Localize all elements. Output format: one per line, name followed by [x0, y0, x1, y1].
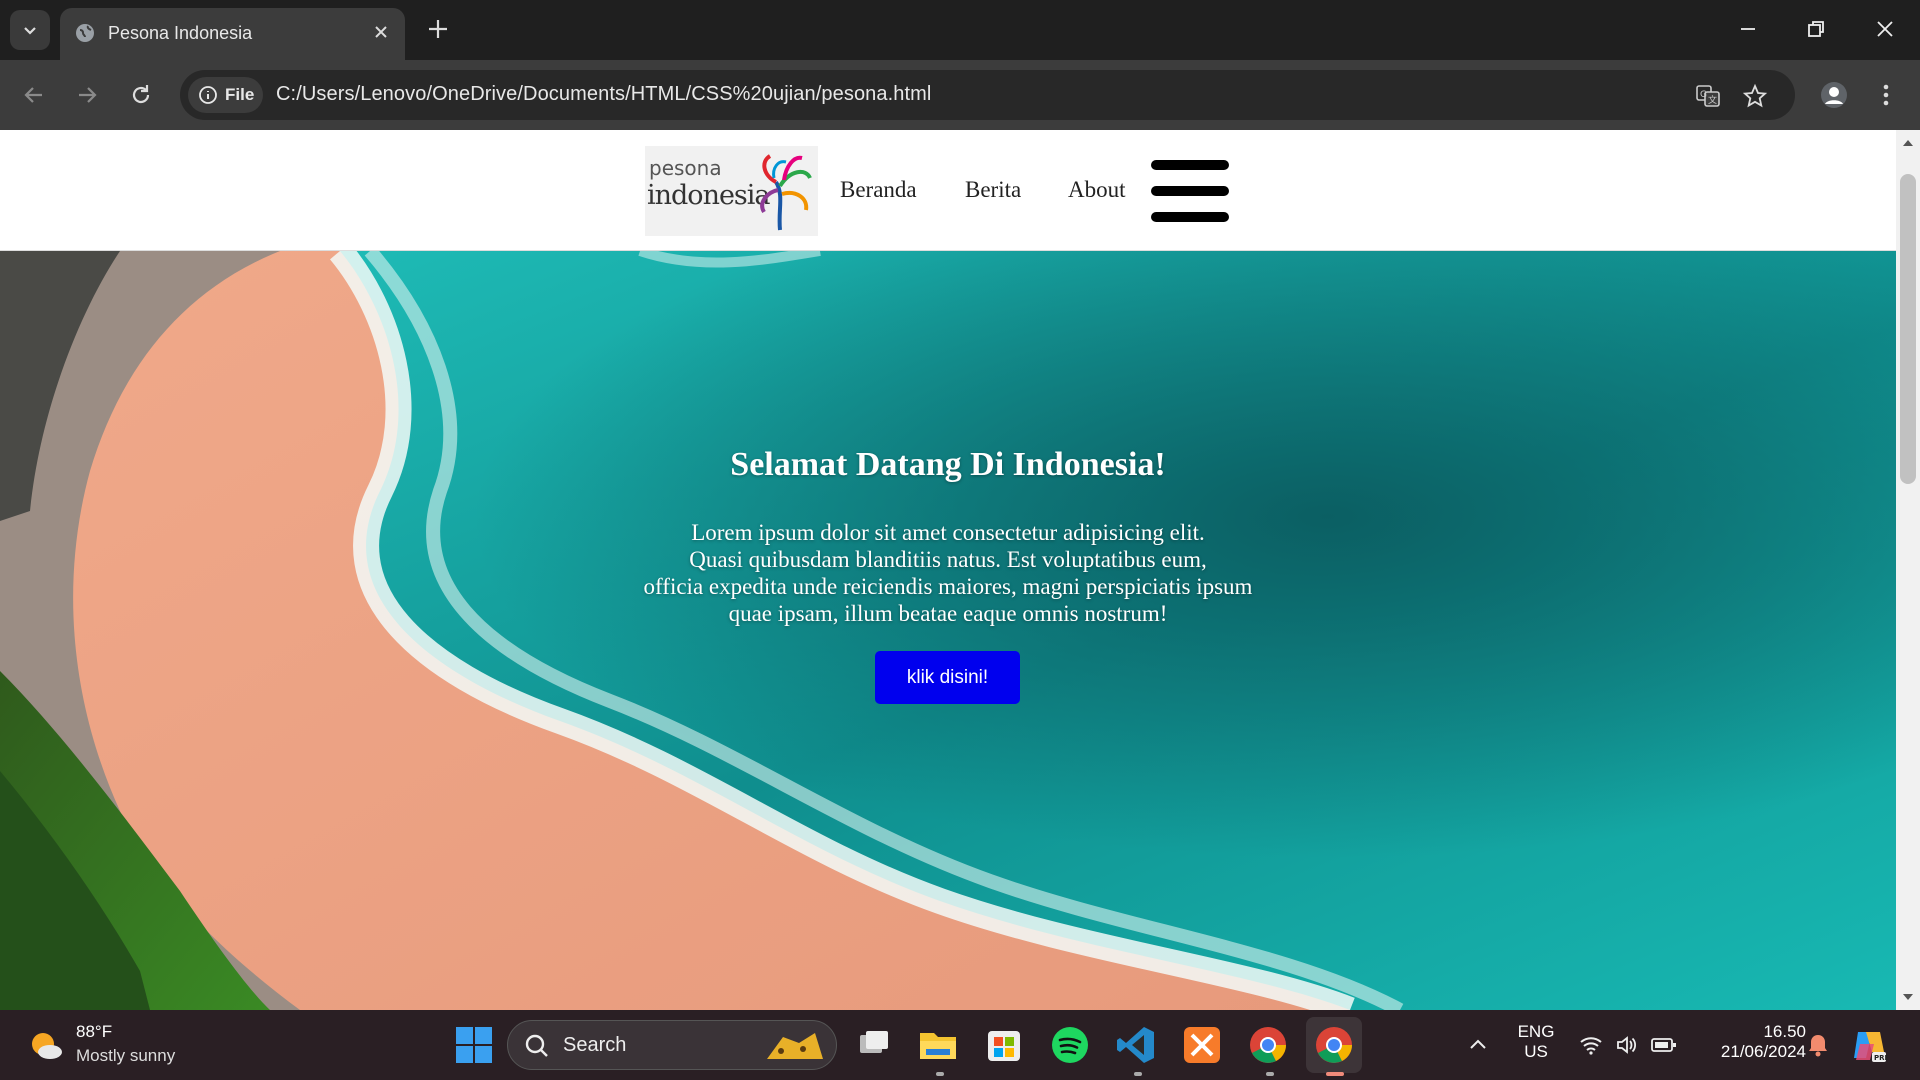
running-indicator	[1134, 1072, 1142, 1076]
hero-title: Selamat Datang Di Indonesia!	[730, 446, 1166, 483]
clock[interactable]: 16.50 21/06/2024	[1696, 1022, 1806, 1062]
site-header: pesona indonesia Beranda Berita About	[0, 130, 1896, 251]
language-indicator[interactable]: ENG US	[1512, 1022, 1560, 1062]
running-indicator	[936, 1072, 944, 1076]
hamburger-menu-icon[interactable]	[1151, 160, 1229, 222]
weather-temperature[interactable]: 88°F	[76, 1022, 112, 1042]
svg-text:G: G	[1700, 90, 1707, 100]
forward-icon[interactable]	[73, 81, 101, 109]
logo-garuda-icon	[760, 154, 812, 231]
pesona-indonesia-logo[interactable]: pesona indonesia	[645, 146, 818, 236]
restore-icon[interactable]	[1805, 18, 1827, 40]
hero-line: officia expedita unde reiciendis maiores…	[643, 574, 1253, 599]
chrome-active-icon	[1316, 1027, 1352, 1063]
globe-icon	[76, 24, 94, 42]
nav-berita[interactable]: Berita	[965, 177, 1021, 203]
active-indicator	[1326, 1072, 1344, 1076]
page-viewport: pesona indonesia Beranda Berita About Se…	[0, 130, 1920, 1010]
weather-sun-icon[interactable]	[28, 1028, 64, 1064]
active-tab[interactable]: Pesona Indonesia	[60, 8, 405, 60]
scroll-thumb[interactable]	[1900, 174, 1916, 484]
file-explorer-icon[interactable]	[916, 1023, 960, 1067]
reload-icon[interactable]	[127, 81, 155, 109]
hero-line: Lorem ipsum dolor sit amet consectetur a…	[691, 520, 1205, 545]
address-bar[interactable]: File C:/Users/Lenovo/OneDrive/Documents/…	[180, 70, 1795, 120]
wifi-icon[interactable]	[1579, 1033, 1603, 1057]
svg-text:PRE: PRE	[1874, 1054, 1888, 1062]
nav-about[interactable]: About	[1068, 177, 1126, 203]
weather-description[interactable]: Mostly sunny	[76, 1046, 175, 1066]
bookmark-star-icon[interactable]	[1742, 83, 1768, 109]
hero-paragraph: Lorem ipsum dolor sit amet consectetur a…	[0, 519, 1896, 627]
minimize-icon[interactable]	[1737, 18, 1759, 40]
notification-bell-icon[interactable]	[1806, 1032, 1830, 1058]
clock-time: 16.50	[1763, 1022, 1806, 1041]
url-text: C:/Users/Lenovo/OneDrive/Documents/HTML/…	[276, 83, 932, 105]
page-scrollbar[interactable]	[1896, 130, 1920, 1010]
show-hidden-icons-chevron-icon[interactable]	[1468, 1035, 1488, 1055]
close-tab-icon[interactable]	[371, 22, 391, 42]
nav-beranda[interactable]: Beranda	[840, 177, 917, 203]
site-info-chip[interactable]: File	[188, 77, 263, 113]
taskbar-search[interactable]: Search	[507, 1020, 837, 1070]
lang-line2: US	[1524, 1042, 1548, 1061]
clock-date: 21/06/2024	[1720, 1042, 1806, 1061]
battery-icon[interactable]	[1650, 1033, 1678, 1057]
search-highlight-icon	[767, 1033, 823, 1059]
menu-dots-icon[interactable]	[1876, 81, 1896, 109]
back-icon[interactable]	[20, 81, 48, 109]
hero-section: Selamat Datang Di Indonesia! Lorem ipsum…	[0, 251, 1896, 1010]
file-chip-label: File	[225, 85, 255, 104]
browser-toolbar: File C:/Users/Lenovo/OneDrive/Documents/…	[0, 60, 1920, 130]
search-icon	[525, 1034, 548, 1057]
hero-line: quae ipsam, illum beatae eaque omnis nos…	[728, 601, 1168, 626]
store-icon[interactable]	[982, 1023, 1026, 1067]
taskbar-search-placeholder: Search	[563, 1034, 627, 1056]
info-icon	[199, 86, 217, 104]
profile-icon[interactable]	[1820, 81, 1848, 109]
chevron-down-icon	[24, 27, 36, 35]
klik-disini-button[interactable]: klik disini!	[875, 651, 1020, 704]
scroll-up-icon[interactable]	[1902, 138, 1914, 148]
tab-strip: Pesona Indonesia	[0, 0, 1920, 60]
beach-background-image	[0, 251, 1896, 1010]
hero-line: Quasi quibusdam blanditiis natus. Est vo…	[689, 547, 1207, 572]
lang-line1: ENG	[1517, 1022, 1555, 1041]
translate-icon[interactable]: G文	[1695, 83, 1721, 109]
new-tab-icon[interactable]	[426, 17, 450, 41]
chrome-icon[interactable]	[1246, 1023, 1290, 1067]
scroll-down-icon[interactable]	[1902, 992, 1914, 1002]
volume-icon[interactable]	[1614, 1033, 1638, 1057]
spotify-icon[interactable]	[1048, 1023, 1092, 1067]
windows-taskbar: 88°F Mostly sunny Search ENG US 16.50 21…	[0, 1010, 1920, 1080]
tab-search-button[interactable]	[10, 10, 50, 50]
start-icon[interactable]	[452, 1023, 496, 1067]
svg-text:文: 文	[1708, 94, 1717, 106]
logo-text-pesona: pesona	[649, 156, 722, 180]
xampp-icon[interactable]	[1180, 1023, 1224, 1067]
vscode-icon[interactable]	[1114, 1023, 1158, 1067]
running-indicator	[1266, 1072, 1274, 1076]
copilot-icon[interactable]: PRE	[1850, 1026, 1888, 1064]
chrome-active-app[interactable]	[1306, 1017, 1362, 1073]
task-view-icon[interactable]	[852, 1023, 896, 1067]
close-window-icon[interactable]	[1874, 18, 1896, 40]
tab-title: Pesona Indonesia	[108, 23, 253, 43]
